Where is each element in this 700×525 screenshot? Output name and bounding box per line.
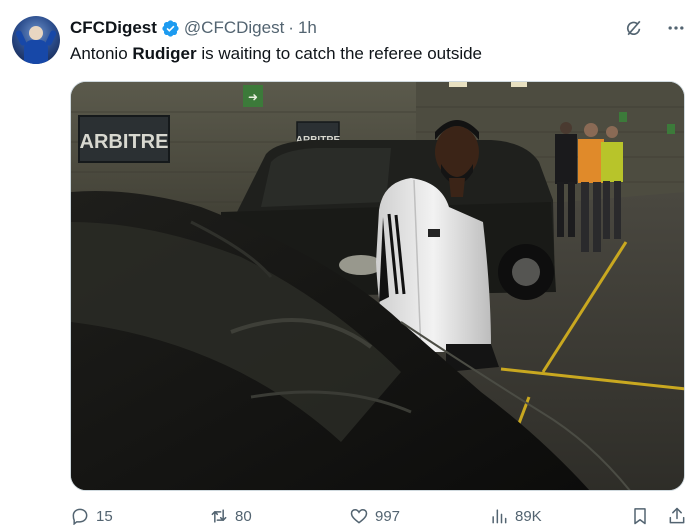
arbitre-sign-text: ARBITRE xyxy=(80,131,169,153)
share-button[interactable] xyxy=(667,506,693,525)
views-button[interactable]: 89K xyxy=(489,506,542,525)
views-icon xyxy=(492,509,507,524)
top-icons xyxy=(624,18,686,38)
svg-text:➜: ➜ xyxy=(248,90,258,104)
tweet-text-part: is waiting to catch the referee outside xyxy=(196,44,483,63)
bookmark-icon xyxy=(634,508,646,525)
more-icon[interactable] xyxy=(666,18,686,38)
display-name[interactable]: CFCDigest xyxy=(70,18,157,38)
tweet-header: CFCDigest @CFCDigest · 1h xyxy=(70,17,317,39)
tweet-text-bold: Rudiger xyxy=(132,44,197,63)
photo-scene: ARBITRE ARBITRE ➜ xyxy=(71,82,684,490)
retweet-icon xyxy=(211,509,227,523)
like-count: 997 xyxy=(375,507,401,525)
reply-count: 15 xyxy=(96,507,113,525)
verified-badge-icon xyxy=(162,19,179,37)
separator-dot: · xyxy=(288,18,294,37)
timestamp[interactable]: 1h xyxy=(298,18,317,38)
like-button[interactable]: 997 xyxy=(349,506,400,525)
handle[interactable]: @CFCDigest xyxy=(184,18,284,38)
like-icon xyxy=(350,508,368,524)
grok-icon[interactable] xyxy=(624,18,644,38)
retweet-count: 80 xyxy=(235,507,252,525)
bookmark-button[interactable] xyxy=(630,506,656,525)
tweet-photo[interactable]: ARBITRE ARBITRE ➜ xyxy=(70,81,685,491)
retweet-button[interactable]: 80 xyxy=(209,506,252,525)
tweet[interactable]: CFCDigest @CFCDigest · 1h Antonio Rudige… xyxy=(0,0,700,525)
tweet-actions: 15 80 997 89K xyxy=(70,506,690,525)
avatar[interactable] xyxy=(12,16,60,64)
tweet-text-part: Antonio xyxy=(70,44,133,63)
reply-button[interactable]: 15 xyxy=(70,506,113,525)
tweet-text: Antonio Rudiger is waiting to catch the … xyxy=(70,44,482,64)
reply-icon xyxy=(72,508,88,525)
views-count: 89K xyxy=(515,507,542,525)
share-icon xyxy=(669,507,685,524)
